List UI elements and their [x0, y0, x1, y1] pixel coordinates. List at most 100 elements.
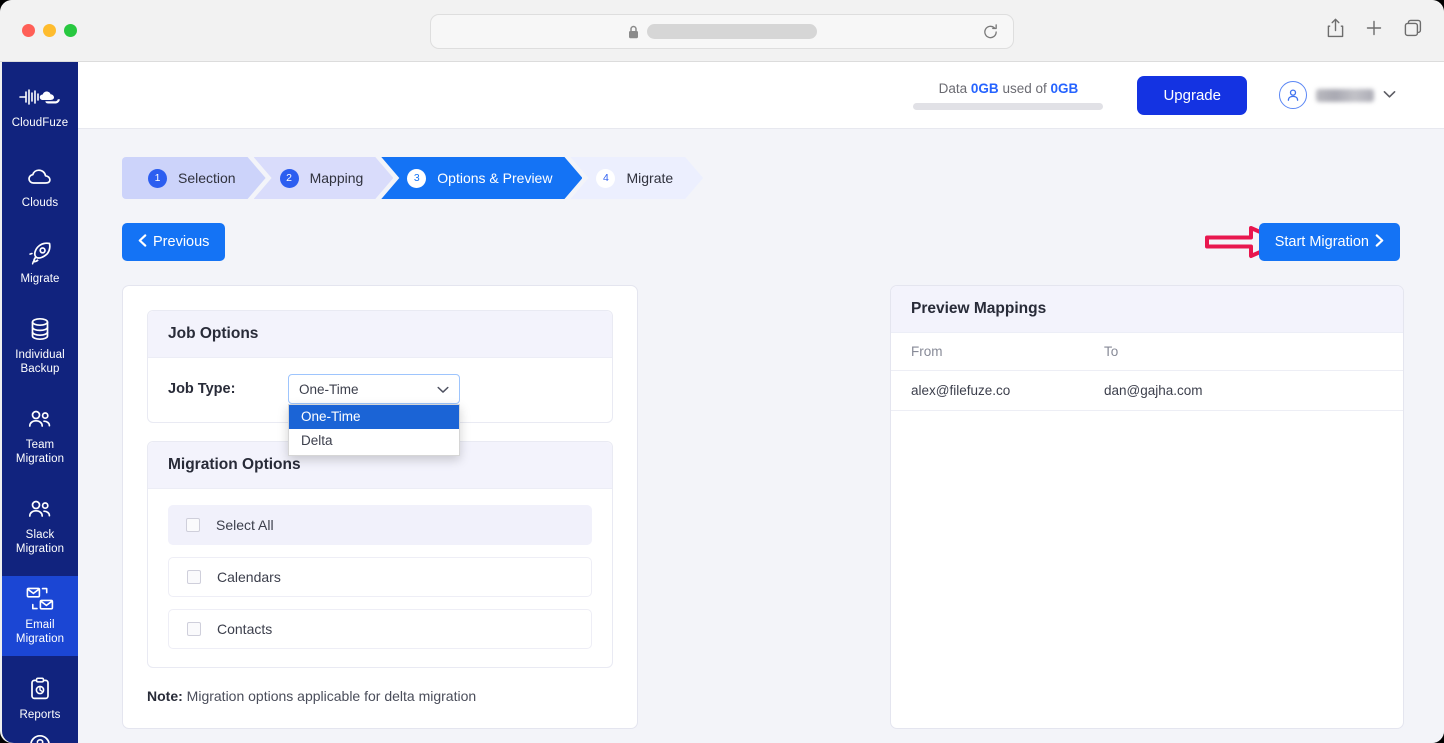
- migration-option-calendars[interactable]: Calendars: [168, 557, 592, 597]
- job-type-option-one-time[interactable]: One-Time: [289, 405, 459, 429]
- account-menu[interactable]: [1279, 81, 1396, 109]
- browser-window: CloudFuze Clouds Migrate: [0, 0, 1444, 743]
- clipboard-report-icon: [29, 676, 51, 702]
- migration-options-body: Select All Calendars Contacts: [148, 489, 612, 667]
- migration-note: Note: Migration options applicable for d…: [147, 688, 613, 704]
- sidebar-item-team-migration[interactable]: TeamMigration: [2, 396, 78, 476]
- job-type-dropdown-menu: One-Time Delta: [288, 404, 460, 456]
- browser-toolbar: [0, 0, 1444, 62]
- job-type-selected-value: One-Time: [299, 382, 359, 397]
- step-mapping-number: 2: [280, 169, 299, 188]
- sidebar-item-migrate[interactable]: Migrate: [2, 230, 78, 296]
- chevron-left-icon: [138, 234, 147, 251]
- step-selection-number: 1: [148, 169, 167, 188]
- address-bar[interactable]: [430, 14, 1014, 49]
- sidebar-brand-cloudfuze[interactable]: CloudFuze: [2, 74, 78, 140]
- step-options-preview[interactable]: 3 Options & Preview: [381, 157, 582, 199]
- step-mapping[interactable]: 2 Mapping: [254, 157, 394, 199]
- start-migration-button[interactable]: Start Migration: [1259, 223, 1400, 261]
- migration-option-calendars-label: Calendars: [217, 569, 281, 585]
- data-usage: Data 0GB used of 0GB: [913, 81, 1103, 110]
- panels-container: Job Options Job Type: One-Time: [122, 285, 1400, 729]
- chevron-right-icon: [1375, 234, 1384, 251]
- database-icon: [29, 316, 51, 342]
- app-content: Data 0GB used of 0GB Upgrade: [78, 62, 1444, 743]
- share-icon[interactable]: [1327, 18, 1344, 43]
- migration-stepper: 1 Selection 2 Mapping 3 Options & Previe…: [122, 157, 1444, 199]
- step-migrate-number: 4: [596, 169, 615, 188]
- cloud-icon: [27, 164, 53, 190]
- cell-from: alex@filefuze.co: [891, 371, 1084, 411]
- previous-button-label: Previous: [153, 234, 209, 250]
- job-type-select[interactable]: One-Time: [288, 374, 460, 404]
- preview-mappings-panel: Preview Mappings From To alex@filefuze.c…: [890, 285, 1404, 729]
- upgrade-button[interactable]: Upgrade: [1137, 76, 1247, 115]
- step-migrate[interactable]: 4 Migrate: [570, 157, 703, 199]
- sidebar-item-reports[interactable]: Reports: [2, 666, 78, 732]
- data-usage-total: 0GB: [1051, 81, 1079, 96]
- chevron-down-icon[interactable]: [1383, 86, 1396, 104]
- job-type-field: Job Type: One-Time: [168, 374, 592, 404]
- preview-mappings-title: Preview Mappings: [891, 286, 1403, 333]
- account-name-redacted: [1316, 89, 1374, 102]
- options-panel: Job Options Job Type: One-Time: [122, 285, 638, 729]
- job-type-option-delta[interactable]: Delta: [289, 429, 459, 453]
- table-row: alex@filefuze.co dan@gajha.com: [891, 371, 1403, 411]
- step-selection-label: Selection: [178, 170, 236, 186]
- cell-to: dan@gajha.com: [1084, 371, 1403, 411]
- sidebar-item-individual-backup-label: IndividualBackup: [15, 348, 65, 376]
- left-sidebar: CloudFuze Clouds Migrate: [2, 62, 78, 743]
- reload-icon[interactable]: [982, 23, 999, 46]
- maximize-window-button[interactable]: [64, 24, 77, 37]
- migration-note-text: Migration options applicable for delta m…: [187, 688, 477, 704]
- step-options-preview-label: Options & Preview: [437, 170, 552, 186]
- table-header-row: From To: [891, 333, 1403, 371]
- plus-icon[interactable]: [1366, 20, 1382, 41]
- data-usage-used: 0GB: [971, 81, 999, 96]
- sidebar-item-individual-backup[interactable]: IndividualBackup: [2, 306, 78, 386]
- step-options-preview-number: 3: [407, 169, 426, 188]
- sidebar-item-team-migration-label: TeamMigration: [16, 438, 64, 466]
- data-usage-progress-bar: [913, 103, 1103, 110]
- help-circle-icon[interactable]: [28, 732, 52, 743]
- sidebar-item-reports-label: Reports: [20, 708, 61, 722]
- tabs-icon[interactable]: [1404, 19, 1422, 42]
- close-window-button[interactable]: [22, 24, 35, 37]
- step-migrate-label: Migrate: [626, 170, 673, 186]
- sidebar-footer: Help Terms of use Privacy policy: [5, 732, 75, 743]
- job-options-body: Job Type: One-Time: [148, 358, 612, 422]
- sidebar-item-email-migration[interactable]: EmailMigration: [2, 576, 78, 656]
- browser-actions: [1327, 18, 1422, 43]
- previous-button[interactable]: Previous: [122, 223, 225, 261]
- sidebar-item-email-migration-label: EmailMigration: [16, 618, 64, 646]
- migration-options-card: Migration Options Select All Calendars: [147, 441, 613, 668]
- column-header-from: From: [891, 333, 1084, 371]
- window-traffic-lights: [22, 24, 77, 37]
- sidebar-item-clouds[interactable]: Clouds: [2, 154, 78, 220]
- job-options-card: Job Options Job Type: One-Time: [147, 310, 613, 423]
- migration-note-prefix: Note:: [147, 688, 183, 704]
- step-selection[interactable]: 1 Selection: [122, 157, 266, 199]
- migration-option-select-all[interactable]: Select All: [168, 505, 592, 545]
- sidebar-item-slack-migration[interactable]: SlackMigration: [2, 486, 78, 566]
- sidebar-item-slack-migration-label: SlackMigration: [16, 528, 64, 556]
- checkbox-calendars[interactable]: [187, 570, 201, 584]
- job-type-select-wrap: One-Time One-Time Delta: [288, 374, 460, 404]
- migration-option-select-all-label: Select All: [216, 517, 274, 533]
- checkbox-select-all[interactable]: [186, 518, 200, 532]
- minimize-window-button[interactable]: [43, 24, 56, 37]
- team-icon: [27, 496, 53, 522]
- data-usage-text: Data 0GB used of 0GB: [939, 81, 1079, 96]
- migration-option-contacts[interactable]: Contacts: [168, 609, 592, 649]
- team-icon: [27, 406, 53, 432]
- lock-icon: [628, 25, 639, 39]
- migration-option-contacts-label: Contacts: [217, 621, 272, 637]
- user-avatar-icon: [1279, 81, 1307, 109]
- checkbox-contacts[interactable]: [187, 622, 201, 636]
- email-migration-icon: [25, 586, 55, 612]
- app-header: Data 0GB used of 0GB Upgrade: [78, 62, 1444, 129]
- cloudfuze-logo-icon: [18, 84, 62, 110]
- action-row: Previous Start Migration: [122, 223, 1400, 261]
- sidebar-item-clouds-label: Clouds: [22, 196, 58, 210]
- job-options-title: Job Options: [148, 311, 612, 358]
